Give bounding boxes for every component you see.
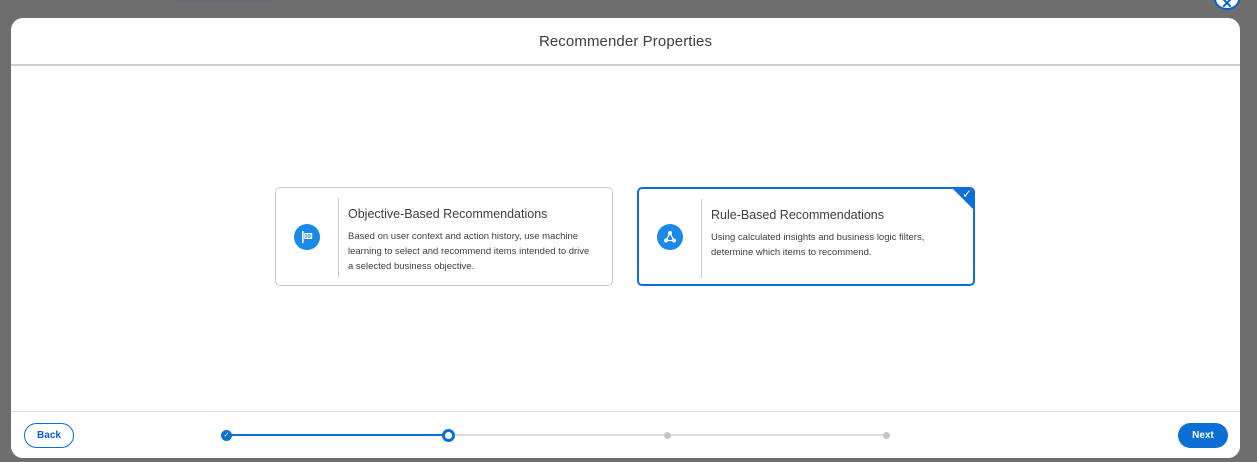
rule-based-card[interactable]: Rule-Based Recommendations Using calcula…	[637, 187, 975, 286]
step-4	[883, 432, 890, 439]
modal-body: Objective-Based Recommendations Based on…	[11, 66, 1240, 410]
card-description: Based on user context and action history…	[348, 231, 590, 272]
next-button[interactable]: Next	[1178, 423, 1228, 448]
card-title: Objective-Based Recommendations	[348, 207, 548, 221]
card-divider	[701, 199, 702, 278]
step-2-current[interactable]	[442, 429, 455, 442]
checkmark-icon: ✓	[961, 187, 972, 201]
card-title: Rule-Based Recommendations	[711, 208, 885, 222]
step-3	[664, 432, 671, 439]
network-icon	[657, 223, 683, 250]
checkmark-icon: ✓	[223, 432, 230, 439]
backdrop-link	[175, 0, 275, 2]
progress-track-fill	[227, 434, 449, 436]
back-button[interactable]: Back	[24, 423, 74, 448]
objective-based-card[interactable]: Objective-Based Recommendations Based on…	[275, 187, 613, 286]
progress-stepper: ✓	[221, 428, 891, 442]
close-icon: ✕	[1221, 0, 1233, 11]
close-button[interactable]: ✕	[1214, 0, 1240, 10]
recommender-properties-modal: Recommender Properties Objective-Based R…	[11, 18, 1240, 458]
modal-footer: Back ✓ Next	[11, 411, 1240, 458]
modal-title: Recommender Properties	[538, 32, 713, 50]
card-divider	[338, 198, 339, 277]
step-1-complete[interactable]: ✓	[221, 430, 232, 441]
flag-icon	[294, 223, 320, 250]
modal-header: Recommender Properties	[11, 18, 1240, 66]
card-description: Using calculated insights and business l…	[711, 232, 925, 258]
